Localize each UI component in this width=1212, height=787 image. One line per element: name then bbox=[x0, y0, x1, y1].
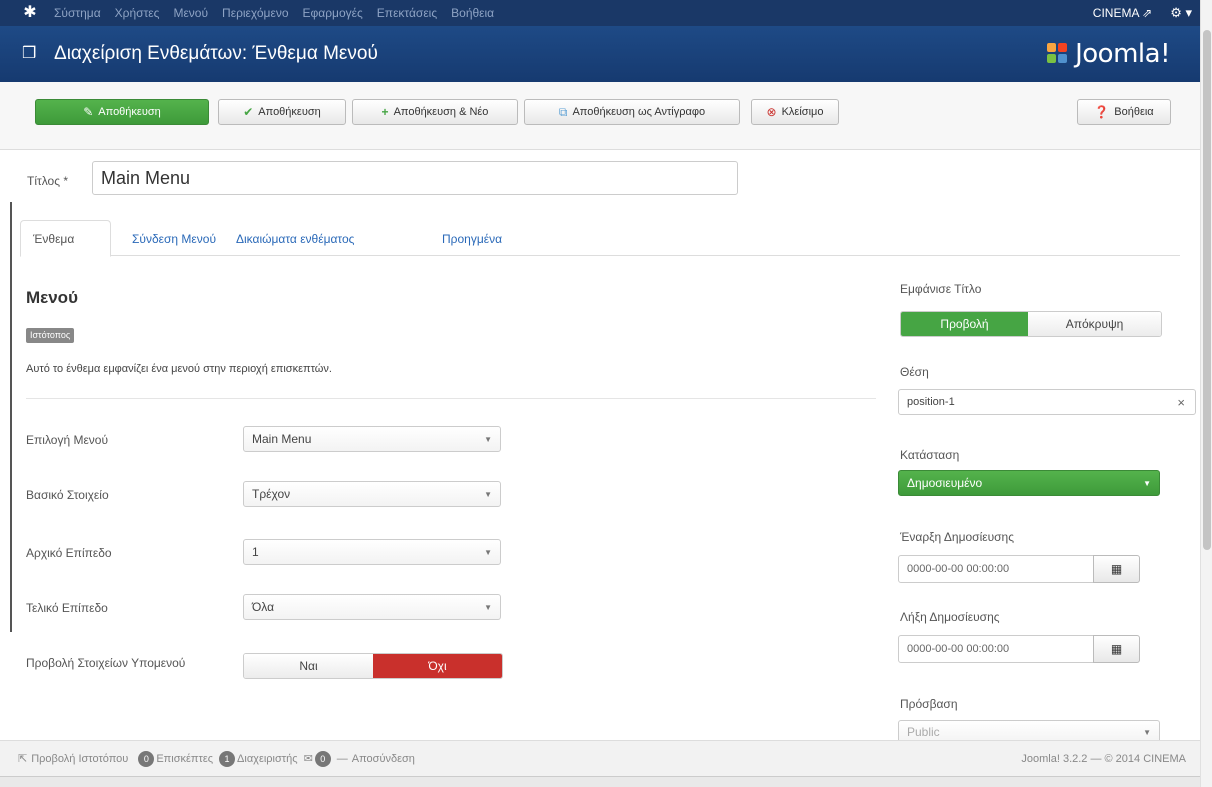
base-item-select[interactable]: Τρέχον ▼ bbox=[243, 481, 501, 507]
check-icon: ✔ bbox=[243, 105, 254, 119]
publish-up-calendar-button[interactable]: ▦ bbox=[1093, 555, 1140, 583]
menu-content[interactable]: Περιεχόμενο bbox=[222, 6, 288, 20]
cancel-icon: ⊗ bbox=[766, 105, 777, 119]
module-description: Αυτό το ένθεμα εμφανίζει ένα μενού στην … bbox=[26, 363, 332, 375]
title-input[interactable]: Main Menu bbox=[92, 161, 738, 195]
admins-label: Διαχειριστής bbox=[237, 752, 298, 765]
cube-icon: ❒ bbox=[22, 45, 37, 62]
chevron-down-icon: ▼ bbox=[1143, 727, 1151, 737]
menu-menus[interactable]: Μενού bbox=[173, 6, 208, 20]
joomla-logo: Joomla! bbox=[1047, 39, 1170, 69]
calendar-icon: ▦ bbox=[1110, 562, 1123, 576]
title-label: Τίτλος * bbox=[27, 174, 69, 188]
visitors-badge: 0 bbox=[138, 750, 155, 767]
menu-users[interactable]: Χρήστες bbox=[115, 6, 160, 20]
chevron-down-icon: ▼ bbox=[484, 434, 492, 444]
menu-select[interactable]: Main Menu ▼ bbox=[243, 426, 501, 452]
copy-icon: ⧉ bbox=[558, 104, 568, 119]
left-divider bbox=[10, 202, 12, 632]
publish-up-input[interactable]: 0000-00-00 00:00:00 bbox=[898, 555, 1094, 583]
messages-badge[interactable]: 0 bbox=[314, 750, 331, 767]
tab-advanced[interactable]: Προηγμένα bbox=[430, 220, 514, 257]
mail-icon: ✉ bbox=[303, 753, 313, 765]
status-label: Κατάσταση bbox=[900, 448, 960, 462]
main-content: Τίτλος * Main Menu Ένθεμα Σύνδεση Μενού … bbox=[0, 150, 1200, 744]
joomla-logo-text: Joomla! bbox=[1075, 39, 1170, 69]
joomla-logo-mark-icon bbox=[1047, 43, 1069, 65]
status-select[interactable]: Δημοσιευμένο ▼ bbox=[898, 470, 1160, 496]
edit-icon: ✎ bbox=[83, 105, 94, 119]
menu-system[interactable]: Σύστημα bbox=[54, 6, 101, 20]
question-icon: ❓ bbox=[1094, 105, 1110, 119]
end-level-select[interactable]: Όλα ▼ bbox=[243, 594, 501, 620]
divider bbox=[26, 398, 876, 399]
admins-badge: 1 bbox=[219, 750, 236, 767]
chevron-down-icon: ▼ bbox=[484, 547, 492, 557]
scrollbar-thumb[interactable] bbox=[1203, 30, 1211, 550]
tab-permissions[interactable]: Δικαιώματα ενθέματος bbox=[224, 220, 366, 257]
submenu-yes-button[interactable]: Ναι bbox=[244, 654, 373, 678]
page-header: ❒ Διαχείριση Ενθεμάτων: Ένθεμα Μενού Joo… bbox=[0, 26, 1200, 82]
base-item-label: Βασικό Στοιχείο bbox=[26, 488, 109, 502]
chevron-down-icon: ▼ bbox=[1143, 478, 1151, 488]
visitors-label: Επισκέπτες bbox=[156, 752, 214, 765]
menu-select-label: Επιλογή Μενού bbox=[26, 433, 109, 447]
publish-down-input[interactable]: 0000-00-00 00:00:00 bbox=[898, 635, 1094, 663]
site-badge: Ιστότοπος bbox=[26, 328, 75, 343]
gear-icon[interactable]: ⚙ ▾ bbox=[1170, 5, 1192, 21]
view-site-link[interactable]: Προβολή Ιστοτόπου bbox=[31, 753, 128, 765]
show-title-label: Εμφάνισε Τίτλο bbox=[900, 282, 982, 296]
submenu-toggle: Ναι Όχι bbox=[243, 653, 503, 679]
show-title-button[interactable]: Προβολή bbox=[901, 312, 1029, 336]
tab-bar: Ένθεμα Σύνδεση Μενού Δικαιώματα ενθέματο… bbox=[20, 220, 1180, 257]
submenu-no-button[interactable]: Όχι bbox=[373, 654, 502, 678]
status-footer: ⇱ Προβολή Ιστοτόπου 0 Επισκέπτες 1 Διαχε… bbox=[0, 740, 1200, 776]
module-heading: Μενού bbox=[26, 288, 78, 307]
external-link-icon: ⇱ bbox=[18, 753, 28, 765]
show-title-toggle: Προβολή Απόκρυψη bbox=[900, 311, 1162, 337]
save-copy-button[interactable]: ⧉ Αποθήκευση ως Αντίγραφο bbox=[524, 99, 740, 125]
joomla-menu-icon[interactable]: ✱ bbox=[20, 4, 40, 22]
top-menu: Σύστημα Χρήστες Μενού Περιεχόμενο Εφαρμο… bbox=[54, 6, 494, 20]
submenu-label: Προβολή Στοιχείων Υπομενού bbox=[26, 656, 186, 670]
end-level-label: Τελικό Επίπεδο bbox=[26, 601, 108, 615]
tab-menu-assignment[interactable]: Σύνδεση Μενού bbox=[120, 220, 228, 257]
publish-up-label: Έναρξη Δημοσίευσης bbox=[900, 530, 1015, 544]
toolbar: ✎ Αποθήκευση ✔ Αποθήκευση + Αποθήκευση &… bbox=[0, 82, 1200, 150]
version-text: Joomla! 3.2.2 — © 2014 CINEMA bbox=[1021, 752, 1186, 765]
save-close-button[interactable]: ✔ Αποθήκευση bbox=[218, 99, 346, 125]
help-button[interactable]: ❓ Βοήθεια bbox=[1077, 99, 1171, 125]
menu-help[interactable]: Βοήθεια bbox=[451, 6, 494, 20]
chevron-down-icon: ▼ bbox=[484, 489, 492, 499]
chevron-down-icon: ▼ bbox=[484, 602, 492, 612]
start-level-select[interactable]: 1 ▼ bbox=[243, 539, 501, 565]
menu-components[interactable]: Εφαρμογές bbox=[303, 6, 363, 20]
top-nav: ✱ Σύστημα Χρήστες Μενού Περιεχόμενο Εφαρ… bbox=[0, 0, 1200, 26]
start-level-label: Αρχικό Επίπεδο bbox=[26, 546, 112, 560]
plus-icon: + bbox=[381, 105, 389, 119]
close-button[interactable]: ⊗ Κλείσιμο bbox=[751, 99, 839, 125]
horizontal-scrollbar[interactable] bbox=[0, 776, 1200, 787]
position-select[interactable]: position-1 × bbox=[898, 389, 1196, 415]
access-label: Πρόσβαση bbox=[900, 697, 958, 711]
publish-down-label: Λήξη Δημοσίευσης bbox=[900, 610, 1000, 624]
site-link[interactable]: CINEMA ⇗ bbox=[1093, 6, 1152, 20]
clear-icon[interactable]: × bbox=[1177, 395, 1185, 410]
hide-title-button[interactable]: Απόκρυψη bbox=[1028, 312, 1161, 336]
page-title: Διαχείριση Ενθεμάτων: Ένθεμα Μενού bbox=[54, 43, 378, 64]
minus-icon: — bbox=[336, 752, 348, 765]
tab-module[interactable]: Ένθεμα bbox=[20, 220, 111, 257]
save-button[interactable]: ✎ Αποθήκευση bbox=[35, 99, 209, 125]
logout-link[interactable]: Αποσύνδεση bbox=[352, 753, 415, 765]
vertical-scrollbar[interactable] bbox=[1200, 0, 1212, 787]
calendar-icon: ▦ bbox=[1110, 642, 1123, 656]
position-label: Θέση bbox=[900, 365, 929, 379]
publish-down-calendar-button[interactable]: ▦ bbox=[1093, 635, 1140, 663]
menu-extensions[interactable]: Επεκτάσεις bbox=[377, 6, 437, 20]
save-new-button[interactable]: + Αποθήκευση & Νέο bbox=[352, 99, 518, 125]
